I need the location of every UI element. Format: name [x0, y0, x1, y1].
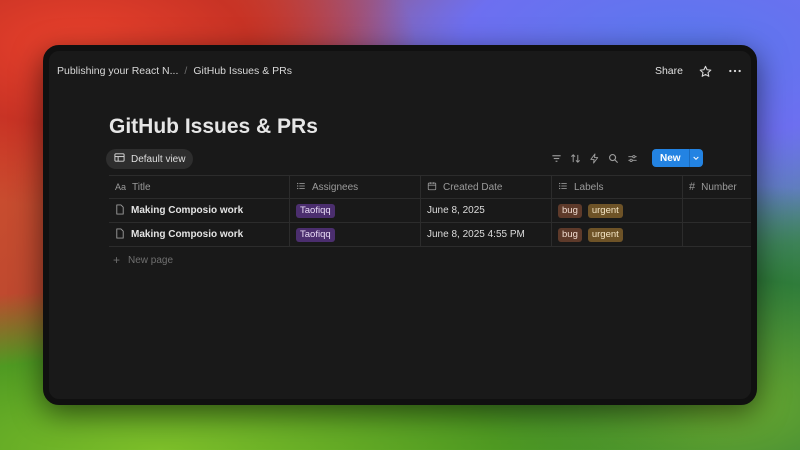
label-tag-bug: bug: [558, 227, 582, 242]
column-header-created-date[interactable]: Created Date: [421, 176, 552, 198]
labels-cell[interactable]: bug urgent: [552, 199, 683, 222]
label-tag-bug: bug: [558, 203, 582, 218]
more-icon[interactable]: [727, 63, 743, 79]
text-property-icon: Aa: [115, 182, 127, 192]
filter-icon[interactable]: [551, 153, 562, 164]
row-title: Making Composio work: [131, 229, 244, 240]
share-button[interactable]: Share: [655, 65, 683, 77]
assignee-tag: Taofiqq: [296, 227, 335, 242]
label-tag-urgent: urgent: [587, 227, 623, 242]
settings-sliders-icon[interactable]: [627, 153, 638, 164]
new-button[interactable]: New: [652, 149, 689, 167]
created-date-cell[interactable]: June 8, 2025 4:55 PM: [421, 223, 552, 246]
calendar-icon: [427, 181, 437, 194]
column-header-label: Title: [132, 181, 151, 193]
sort-icon[interactable]: [570, 153, 581, 164]
breadcrumb-current[interactable]: GitHub Issues & PRs: [193, 65, 292, 77]
view-label: Default view: [131, 153, 186, 165]
column-header-label: Created Date: [443, 181, 503, 193]
table-header-row: Aa Title Assignees Created Date Labels #…: [109, 175, 751, 199]
list-icon: [296, 181, 306, 194]
number-cell[interactable]: [683, 223, 751, 246]
column-header-number[interactable]: # Number: [683, 176, 751, 198]
lightning-icon[interactable]: [589, 152, 600, 164]
page-icon: [115, 203, 125, 218]
top-actions: Share: [655, 63, 743, 79]
page-icon: [115, 227, 125, 242]
list-icon: [558, 181, 568, 194]
chevron-down-icon[interactable]: [688, 149, 703, 167]
app-window: Publishing your React N... / GitHub Issu…: [43, 45, 757, 405]
column-header-labels[interactable]: Labels: [552, 176, 683, 198]
column-header-label: Assignees: [312, 181, 359, 193]
labels-cell[interactable]: bug urgent: [552, 223, 683, 246]
database-toolbar: New: [551, 149, 703, 167]
assignees-cell[interactable]: Taofiqq: [290, 199, 421, 222]
search-icon[interactable]: [608, 153, 619, 164]
new-page-label: New page: [128, 254, 174, 266]
new-page-button[interactable]: + New page: [113, 253, 173, 267]
plus-icon: +: [113, 253, 121, 267]
created-date-cell[interactable]: June 8, 2025: [421, 199, 552, 222]
default-view-tab[interactable]: Default view: [106, 149, 194, 169]
star-icon[interactable]: [697, 63, 713, 79]
hash-icon: #: [689, 181, 696, 193]
title-cell[interactable]: Making Composio work: [109, 223, 290, 246]
new-button-group: New: [652, 149, 703, 167]
column-header-label: Number: [701, 181, 737, 193]
row-title: Making Composio work: [131, 205, 244, 216]
label-tag-urgent: urgent: [587, 203, 623, 218]
table-icon: [114, 152, 125, 166]
table-row[interactable]: Making Composio work Taofiqq June 8, 202…: [109, 223, 751, 247]
column-header-label: Labels: [574, 181, 604, 193]
column-header-title[interactable]: Aa Title: [109, 176, 290, 198]
title-cell[interactable]: Making Composio work: [109, 199, 290, 222]
database-table: Aa Title Assignees Created Date Labels #…: [109, 175, 751, 247]
top-bar: Publishing your React N... / GitHub Issu…: [49, 51, 751, 91]
assignee-tag: Taofiqq: [296, 203, 335, 218]
breadcrumb-separator: /: [184, 65, 188, 77]
breadcrumb-parent[interactable]: Publishing your React N...: [57, 65, 178, 77]
column-header-assignees[interactable]: Assignees: [290, 176, 421, 198]
table-row[interactable]: Making Composio work Taofiqq June 8, 202…: [109, 199, 751, 223]
assignees-cell[interactable]: Taofiqq: [290, 223, 421, 246]
page-title: GitHub Issues & PRs: [109, 115, 318, 138]
number-cell[interactable]: [683, 199, 751, 222]
